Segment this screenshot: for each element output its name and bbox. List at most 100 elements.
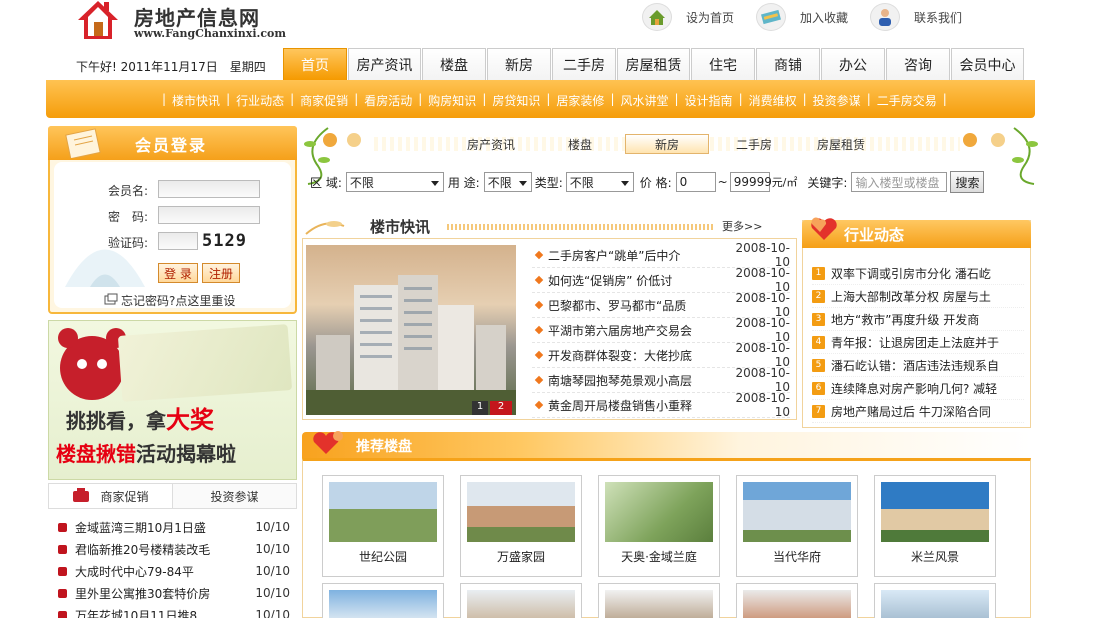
industry-item[interactable]: 1 双率下调或引房市分化 潘石屹 [812, 262, 1024, 285]
subnav-second-hand-trade[interactable]: 二手房交易 [877, 92, 937, 109]
subnav-industry[interactable]: 行业动态 [236, 92, 284, 109]
list-item-text: 大成时代中心79-84平 [75, 564, 194, 579]
list-item[interactable]: 金域蓝湾三期10月1日盛 10/10 [58, 516, 290, 538]
industry-item[interactable]: 4 青年报：让退房团走上法庭并于 [812, 331, 1024, 354]
area-select[interactable]: 不限 [345, 172, 444, 192]
property-card[interactable]: 当代华府 [736, 475, 858, 577]
property-card[interactable] [322, 583, 444, 618]
subnav-loan-knowledge[interactable]: 房贷知识 [492, 92, 540, 109]
search-tab-new-homes[interactable]: 新房 [625, 134, 709, 154]
subnav-fengshui[interactable]: 风水讲堂 [620, 92, 668, 109]
subnav-viewing[interactable]: 看房活动 [364, 92, 412, 109]
news-item[interactable]: 开发商群体裂变：大佬抄底 2008-10-10 [532, 341, 790, 369]
property-card[interactable]: 万盛家园 [460, 475, 582, 577]
forgot-password-link[interactable]: 忘记密码?点这里重设 [104, 292, 235, 309]
news-item[interactable]: 巴黎都市、罗马都市“品质 2008-10-10 [532, 291, 790, 319]
industry-item[interactable]: 3 地方“救市”再度升级 开发商 [812, 308, 1024, 331]
diamond-icon [534, 350, 544, 360]
search-button[interactable]: 搜索 [950, 171, 985, 193]
list-item[interactable]: 里外里公寓推30套特价房 10/10 [58, 582, 290, 604]
industry-item[interactable]: 2 上海大部制改革分权 房屋与土 [812, 285, 1024, 308]
news-item[interactable]: 南塘琴园抱琴苑景观小高层 2008-10-10 [532, 366, 790, 394]
news-item[interactable]: 二手房客户“跳单”后中介 2008-10-10 [532, 241, 790, 269]
news-item[interactable]: 平湖市第六届房地产交易会 2008-10-10 [532, 316, 790, 344]
rank-2-icon: 2 [812, 289, 825, 303]
register-button[interactable]: 注册 [202, 263, 240, 283]
megaphone-icon [72, 487, 90, 506]
property-name: 天奥·金域兰庭 [621, 550, 697, 564]
news-item-date: 2008-10-10 [735, 391, 790, 419]
type-select[interactable]: 不限 [565, 172, 634, 192]
news-pager-2[interactable]: 2 [490, 401, 512, 415]
captcha-input[interactable] [158, 232, 198, 250]
search-tab-second-hand[interactable]: 二手房 [722, 134, 786, 154]
news-item[interactable]: 如何选“促销房” 价低讨 2008-10-10 [532, 266, 790, 294]
property-card[interactable]: 世纪公园 [322, 475, 444, 577]
subnav-investment[interactable]: 投资参谋 [813, 92, 861, 109]
subnav-consumer-rights[interactable]: 消费维权 [749, 92, 797, 109]
nav-tab-member[interactable]: 会员中心 [951, 48, 1024, 80]
subnav-market-news[interactable]: 楼市快讯 [172, 92, 220, 109]
property-card[interactable] [874, 583, 996, 618]
subnav-promotions[interactable]: 商家促销 [300, 92, 348, 109]
list-item-date: 10/10 [255, 586, 290, 600]
property-card[interactable] [460, 583, 582, 618]
diamond-icon [534, 375, 544, 385]
nav-tab-new-homes[interactable]: 新房 [487, 48, 551, 80]
nav-tab-buildings[interactable]: 楼盘 [422, 48, 486, 80]
subnav-design[interactable]: 设计指南 [685, 92, 733, 109]
news-pager-1[interactable]: 1 [472, 401, 488, 415]
set-home-link[interactable]: 设为首页 [642, 3, 734, 31]
tab-investment[interactable]: 投资参谋 [173, 484, 296, 508]
industry-item[interactable]: 6 连续降息对房产影响几何? 减轻 [812, 377, 1024, 400]
use-select[interactable]: 不限 [483, 172, 532, 192]
password-input[interactable] [158, 206, 260, 224]
nav-tab-home[interactable]: 首页 [283, 48, 347, 80]
tab-promotions[interactable]: 商家促销 [49, 484, 173, 508]
property-card[interactable] [736, 583, 858, 618]
industry-item[interactable]: 5 潘石屹认错：酒店违法违规系自 [812, 354, 1024, 377]
subnav-buying-knowledge[interactable]: 购房知识 [428, 92, 476, 109]
property-card[interactable]: 米兰风景 [874, 475, 996, 577]
news-item[interactable]: 黄金周开局楼盘销售小重释 2008-10-10 [532, 391, 790, 419]
contact-us-link[interactable]: 联系我们 [870, 3, 962, 31]
price-separator: ~ [717, 175, 728, 189]
keyword-input[interactable]: 输入楼型或楼盘 [851, 172, 948, 192]
list-item[interactable]: 君临新推20号楼精装改毛 10/10 [58, 538, 290, 560]
news-more-link[interactable]: 更多>> [722, 218, 762, 234]
news-item-text: 二手房客户“跳单”后中介 [548, 248, 681, 263]
property-card[interactable] [598, 583, 720, 618]
notepad-icon [62, 128, 102, 161]
nav-tab-office[interactable]: 办公 [821, 48, 885, 80]
nav-tab-consult[interactable]: 咨询 [886, 48, 950, 80]
news-item-text: 南塘琴园抱琴苑景观小高层 [548, 373, 693, 388]
nav-tab-second-hand[interactable]: 二手房 [552, 48, 616, 80]
industry-item-text: 上海大部制改革分权 房屋与土 [831, 289, 991, 304]
industry-item-text: 连续降息对房产影响几何? 减轻 [831, 381, 998, 396]
site-url[interactable]: www.FangChanxinxi.com [134, 27, 286, 40]
search-tab-buildings[interactable]: 楼盘 [548, 134, 612, 154]
nav-tab-residential[interactable]: 住宅 [691, 48, 755, 80]
subnav-decoration[interactable]: 居家装修 [556, 92, 604, 109]
industry-item[interactable]: 7 房地产赌局过后 牛刀深陷合同 [812, 400, 1024, 423]
news-photo[interactable] [306, 245, 516, 415]
promo-line-1: 挑挑看，拿大奖 [66, 400, 214, 435]
username-input[interactable] [158, 180, 260, 198]
recommend-title: 推荐楼盘 [356, 439, 412, 455]
nav-tab-shops[interactable]: 商铺 [756, 48, 820, 80]
search-tab-news[interactable]: 房产资讯 [456, 134, 526, 154]
list-item[interactable]: 大成时代中心79-84平 10/10 [58, 560, 290, 582]
promo-line-2a: 楼盘揪错 [56, 442, 136, 466]
add-bookmark-link[interactable]: 加入收藏 [756, 3, 848, 31]
property-card[interactable]: 天奥·金域兰庭 [598, 475, 720, 577]
price-max-input[interactable]: 99999 [729, 172, 772, 192]
login-button[interactable]: 登 录 [158, 263, 198, 283]
nav-tab-rental[interactable]: 房屋租赁 [617, 48, 690, 80]
list-item[interactable]: 万年花城10月11日推8 10/10 [58, 604, 290, 618]
price-min-input[interactable]: 0 [675, 172, 716, 192]
price-unit: 元/㎡ [771, 176, 798, 189]
search-tab-rental[interactable]: 房屋租赁 [806, 134, 876, 154]
news-item-text: 开发商群体裂变：大佬抄底 [548, 348, 693, 363]
industry-item-text: 地方“救市”再度升级 开发商 [831, 312, 980, 327]
nav-tab-news[interactable]: 房产资讯 [348, 48, 421, 80]
